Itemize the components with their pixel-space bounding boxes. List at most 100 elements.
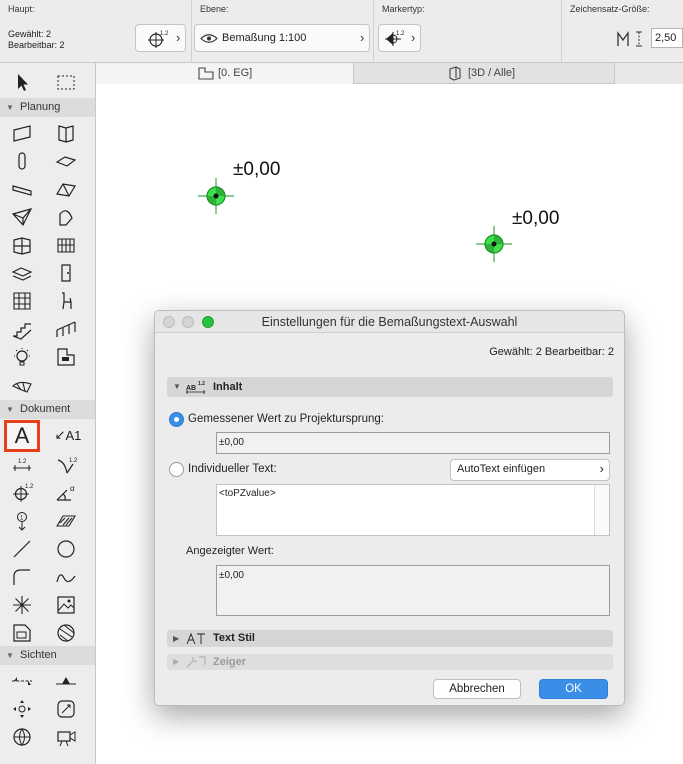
- section-tool[interactable]: [8, 668, 36, 694]
- zone-tool[interactable]: [52, 344, 80, 370]
- zoom-window-button[interactable]: [202, 316, 214, 328]
- drawing-icon: [13, 624, 31, 642]
- radial-dimension-tool[interactable]: 1.2: [52, 452, 80, 478]
- group-header-planung[interactable]: ▼ Planung: [0, 98, 95, 117]
- custom-text-area[interactable]: <toPZvalue>: [216, 484, 610, 536]
- roof-icon: [56, 183, 76, 197]
- change-tool[interactable]: [8, 724, 36, 750]
- info-layer-section: Ebene: Bemaßung 1:100 ›: [192, 0, 374, 62]
- section-marker-tool[interactable]: 1: [8, 508, 36, 534]
- view-tabs: [0. EG] [3D / Alle]: [96, 63, 683, 84]
- text-tool[interactable]: A: [4, 420, 40, 452]
- dialog-titlebar[interactable]: Einstellungen für die Bemaßungstext-Ausw…: [155, 311, 624, 333]
- fill-tool[interactable]: [52, 508, 80, 534]
- ok-button[interactable]: OK: [539, 679, 608, 699]
- railing-icon: [56, 321, 76, 337]
- lamp-tool[interactable]: [8, 344, 36, 370]
- marker-type-dropdown[interactable]: 1.2 ›: [378, 24, 421, 52]
- slab-tool[interactable]: [52, 148, 80, 174]
- arrow-tool[interactable]: [8, 69, 36, 95]
- level-dimension-tool[interactable]: 1.2: [8, 480, 36, 506]
- level-marker-1[interactable]: [198, 178, 234, 214]
- hotspot-tool[interactable]: [8, 592, 36, 618]
- angle-dimension-tool[interactable]: α: [52, 480, 80, 506]
- stair-tool[interactable]: [8, 260, 36, 286]
- mesh-grid-icon: [13, 292, 31, 310]
- polyline-tool[interactable]: [8, 564, 36, 590]
- shell-tool[interactable]: [8, 204, 36, 230]
- section-inhalt-label: Inhalt: [213, 381, 243, 393]
- zone-icon: [57, 348, 75, 366]
- tab-floor-plan[interactable]: [0. EG]: [96, 63, 354, 84]
- stair-icon: [11, 267, 33, 281]
- autotext-insert-dropdown[interactable]: AutoText einfügen ›: [450, 459, 610, 481]
- dimension-tool[interactable]: 1.2: [8, 452, 36, 478]
- circle-tool[interactable]: [52, 536, 80, 562]
- group-label-dokument: Dokument: [20, 403, 71, 415]
- morph-tool[interactable]: [8, 372, 36, 398]
- displayed-value-field: ±0,00: [216, 565, 610, 616]
- beam-tool[interactable]: [8, 176, 36, 202]
- group-header-dokument[interactable]: ▼ Dokument: [0, 400, 95, 419]
- door-leaf-tool[interactable]: [52, 260, 80, 286]
- image-icon: [57, 596, 75, 614]
- mesh-tool[interactable]: [8, 288, 36, 314]
- interior-elevation-icon: [13, 700, 31, 718]
- beam-icon: [12, 185, 32, 196]
- dim-code-text: 1.2: [160, 31, 168, 37]
- door-leaf-icon: [61, 264, 71, 282]
- autotext-insert-label: AutoText einfügen: [457, 463, 546, 475]
- text-area-scrollbar[interactable]: [594, 485, 609, 535]
- info-fontsize-title: Zeichensatz-Größe:: [570, 4, 650, 14]
- editable-count: Bearbeitbar: 2: [8, 40, 65, 50]
- line-tool[interactable]: [8, 536, 36, 562]
- level-dimension-code-text: 1.2: [25, 484, 33, 490]
- curtain-wall-icon: [13, 237, 31, 255]
- label-tool[interactable]: ↙ A1: [52, 422, 84, 448]
- group-header-sichten[interactable]: ▼ Sichten: [0, 646, 95, 665]
- close-window-button[interactable]: [163, 316, 175, 328]
- group-label-sichten: Sichten: [20, 649, 57, 661]
- marker-settings-button[interactable]: 1.2 ›: [135, 24, 186, 52]
- section-marker-icon: 1: [17, 512, 27, 531]
- drawing-tool[interactable]: [8, 620, 36, 646]
- column-tool[interactable]: [8, 148, 36, 174]
- wall-tool[interactable]: [8, 120, 36, 146]
- font-size-input[interactable]: 2,50: [651, 28, 683, 48]
- dimension-code-text: 1.2: [18, 459, 27, 465]
- level-marker-icon: 1.2: [13, 484, 33, 502]
- elevation-tool[interactable]: [52, 668, 80, 694]
- marquee-tool[interactable]: [52, 69, 80, 95]
- layer-dropdown[interactable]: Bemaßung 1:100 ›: [194, 24, 370, 52]
- cancel-button[interactable]: Abbrechen: [433, 679, 521, 699]
- roof-tool[interactable]: [52, 176, 80, 202]
- worksheet-icon: [57, 624, 75, 642]
- level-marker-2[interactable]: [476, 226, 512, 262]
- arrow-down-left-icon: ↙: [54, 427, 66, 442]
- measured-value-radio[interactable]: [169, 412, 184, 427]
- stairs-icon: [12, 323, 32, 340]
- railing-tool[interactable]: [52, 316, 80, 342]
- worksheet-tool[interactable]: [52, 620, 80, 646]
- info-main-section: Haupt: Gewählt: 2 Bearbeitbar: 2 1.2 ›: [0, 0, 192, 62]
- skylight-tool[interactable]: [52, 204, 80, 230]
- section-line-icon: [12, 677, 32, 685]
- spline-tool[interactable]: [52, 564, 80, 590]
- section-inhalt-header[interactable]: ▼ AB 1.2 Inhalt: [167, 377, 613, 397]
- door-tool[interactable]: [52, 120, 80, 146]
- triangle-down-icon: ▼: [6, 405, 14, 414]
- stair-run-tool[interactable]: [8, 316, 36, 342]
- minimize-window-button[interactable]: [182, 316, 194, 328]
- skylight-icon: [59, 210, 73, 226]
- camera-tool[interactable]: [52, 724, 80, 750]
- interior-elevation-tool[interactable]: [8, 696, 36, 722]
- tab-3d[interactable]: [3D / Alle]: [355, 63, 613, 84]
- curtain-wall-tool[interactable]: [8, 232, 36, 258]
- window-tool[interactable]: [52, 232, 80, 258]
- custom-text-radio[interactable]: [169, 462, 184, 477]
- detail-tool[interactable]: [52, 696, 80, 722]
- object-tool[interactable]: [52, 288, 80, 314]
- figure-tool[interactable]: [52, 592, 80, 618]
- section-textstil-header[interactable]: ▶ Text Stil: [167, 630, 613, 647]
- angle-dimension-icon: α: [56, 484, 75, 501]
